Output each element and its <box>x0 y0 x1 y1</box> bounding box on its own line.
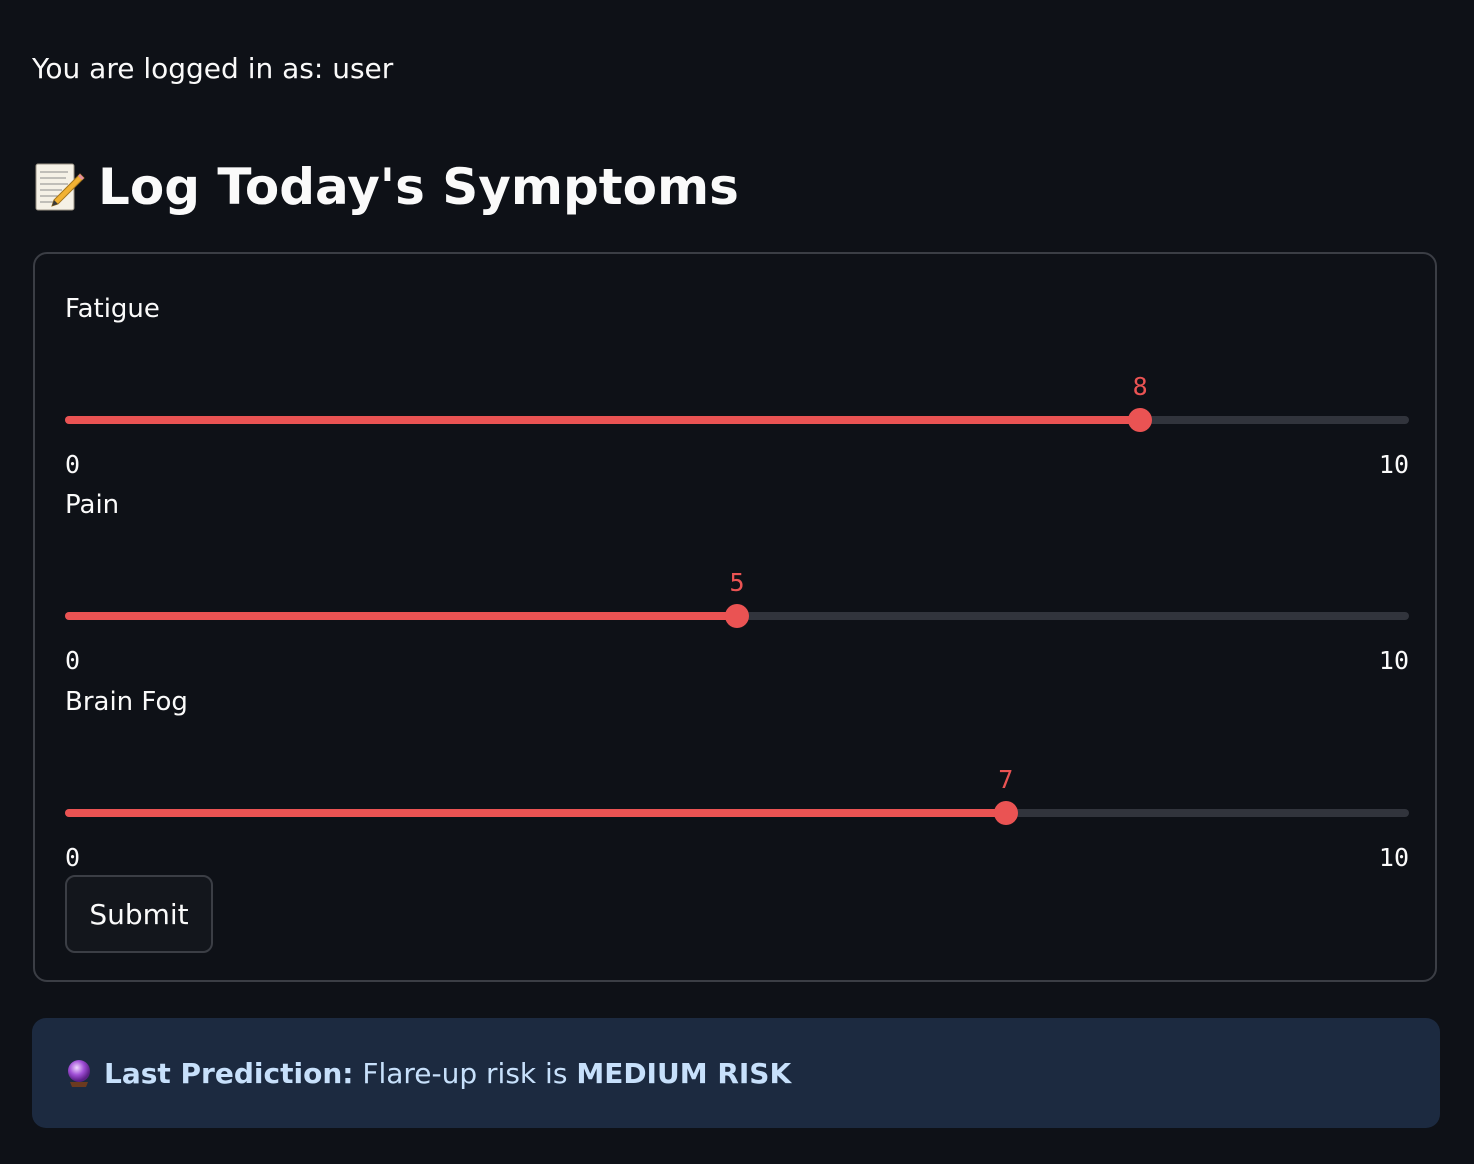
symptom-form: Fatigue 8 0 10 Pain 5 0 10 Brain Fog 7 0… <box>33 252 1437 982</box>
slider-track[interactable]: 7 <box>65 765 1409 825</box>
slider-max-label: 10 <box>1378 450 1409 479</box>
prediction-label: Last Prediction: <box>104 1056 354 1090</box>
slider-fill <box>65 612 737 620</box>
submit-button[interactable]: Submit <box>65 875 213 953</box>
slider-fill <box>65 809 1006 817</box>
slider-track[interactable]: 8 <box>65 372 1409 432</box>
page-title: Log Today's Symptoms <box>32 152 739 222</box>
slider-value: 7 <box>998 765 1014 794</box>
slider-min-label: 0 <box>65 450 81 479</box>
slider-track[interactable]: 5 <box>65 568 1409 628</box>
slider-value: 8 <box>1132 372 1148 401</box>
slider-fill <box>65 416 1141 424</box>
prediction-text: Flare-up risk is <box>362 1056 568 1090</box>
prediction-info-box: Last Prediction: Flare-up risk is MEDIUM… <box>32 1018 1440 1128</box>
slider-label: Fatigue <box>65 294 160 324</box>
fatigue-slider: Fatigue 8 0 10 <box>65 292 1409 479</box>
slider-thumb[interactable] <box>1128 408 1153 432</box>
slider-min-label: 0 <box>65 843 81 872</box>
slider-thumb[interactable] <box>725 604 749 628</box>
slider-thumb[interactable] <box>993 801 1018 825</box>
slider-min-label: 0 <box>65 646 81 675</box>
page-title-text: Log Today's Symptoms <box>98 158 739 216</box>
brain-fog-slider: Brain Fog 7 0 10 <box>65 685 1409 872</box>
slider-value: 5 <box>729 568 745 597</box>
crystal-ball-icon <box>68 1060 90 1087</box>
slider-label: Brain Fog <box>65 687 188 717</box>
slider-max-label: 10 <box>1378 646 1409 675</box>
prediction-risk-level: MEDIUM RISK <box>576 1056 792 1090</box>
memo-icon <box>35 163 85 211</box>
slider-label: Pain <box>65 490 120 520</box>
pain-slider: Pain 5 0 10 <box>65 488 1409 675</box>
slider-max-label: 10 <box>1378 843 1409 872</box>
logged-in-user-text: You are logged in as: user <box>32 52 394 85</box>
